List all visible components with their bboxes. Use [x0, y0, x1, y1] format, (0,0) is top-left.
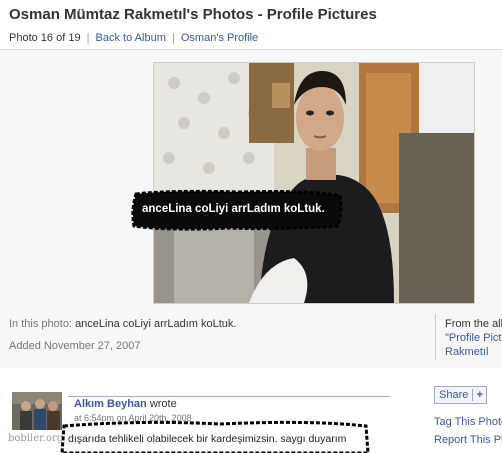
in-this-photo: In this photo: anceLina coLiyi arrLadım …	[9, 318, 237, 330]
back-to-album-link[interactable]: Back to Album	[96, 32, 166, 44]
tag-photo-link[interactable]: Tag This Photo	[434, 416, 502, 428]
avatar-image	[12, 392, 62, 430]
album-info-divider	[435, 314, 436, 360]
album-name-link[interactable]: "Profile Pictu	[445, 332, 502, 344]
page-title: Osman Mümtaz Rakmetıl's Photos - Profile…	[9, 6, 377, 23]
added-date: Added November 27, 2007	[9, 340, 141, 352]
photo-nav: Photo 16 of 19 | Back to Album | Osman's…	[9, 32, 258, 44]
profile-photo[interactable]	[153, 62, 475, 304]
nav-separator: |	[86, 32, 90, 44]
photo-image	[154, 63, 474, 303]
comment-header: Alkım Beyhan wrote	[74, 398, 177, 410]
album-info: From the alb "Profile Pictu Rakmetıl	[445, 317, 502, 359]
share-plus-icon: +	[472, 389, 486, 401]
profile-link[interactable]: Osman's Profile	[181, 32, 258, 44]
comment-text: dışarıda tehlikeli olabilecek bir kardeş…	[68, 433, 347, 445]
in-this-photo-value: anceLina coLiyi arrLadım koLtuk.	[75, 318, 237, 330]
in-this-photo-label: In this photo:	[9, 318, 72, 330]
share-button[interactable]: Share +	[434, 386, 488, 404]
share-label: Share	[439, 389, 469, 401]
nav-separator: |	[171, 32, 175, 44]
comment-author-link[interactable]: Alkım Beyhan	[74, 398, 147, 410]
watermark: bobiler.org	[8, 433, 64, 444]
album-from-label: From the alb	[445, 318, 502, 330]
photo-position: Photo 16 of 19	[9, 32, 81, 44]
photo-tag-caption: anceLina coLiyi arrLadım koLtuk.	[142, 203, 325, 215]
report-photo-link[interactable]: Report This Ph	[434, 434, 502, 446]
comment-separator	[68, 396, 390, 397]
album-owner-link[interactable]: Rakmetıl	[445, 346, 488, 358]
comment-wrote: wrote	[149, 398, 177, 410]
commenter-avatar[interactable]	[12, 392, 62, 430]
